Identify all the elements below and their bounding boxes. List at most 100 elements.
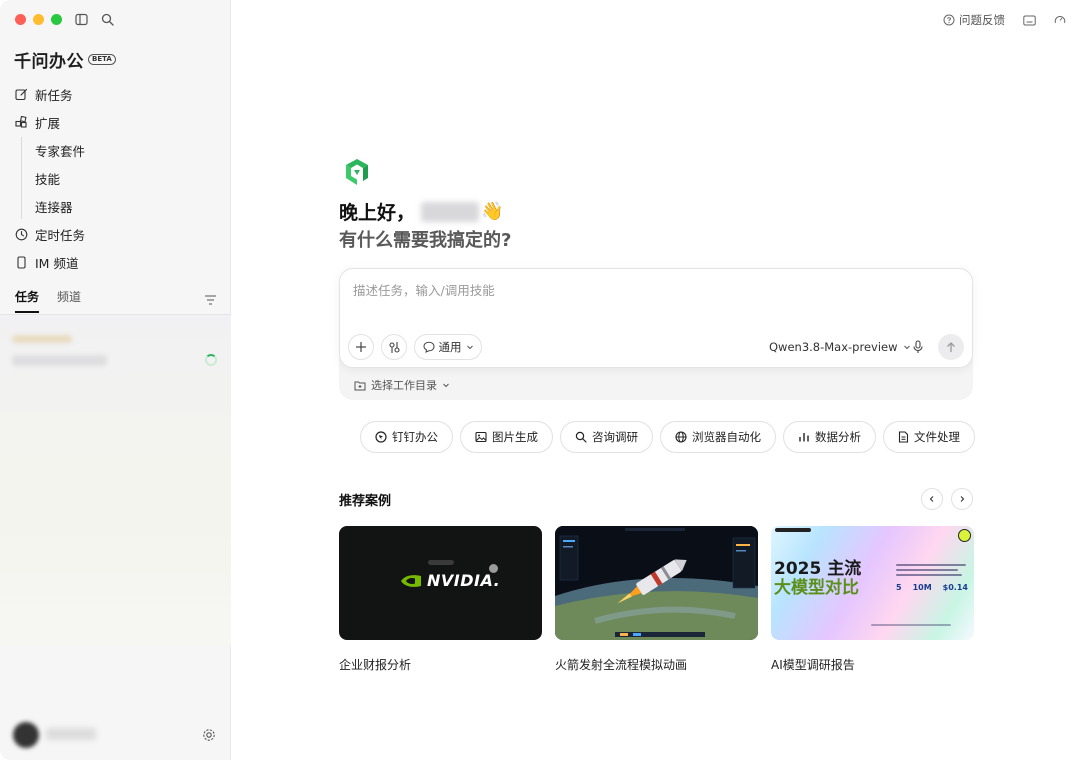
avatar[interactable] — [13, 722, 39, 748]
thumbnail-title-line: 2025 主流 — [774, 559, 862, 579]
thumbnail-dot — [489, 564, 498, 573]
minimize-window-button[interactable] — [33, 14, 44, 25]
chevron-down-icon — [903, 345, 910, 350]
sidebar-item-skills[interactable]: 技能 — [0, 164, 231, 192]
case-thumbnail: 2025 主流 大模型对比 5 10M $0.14 — [771, 526, 974, 640]
case-thumbnail: NVIDIA. — [339, 526, 542, 640]
send-button[interactable] — [938, 334, 964, 360]
tools-icon — [388, 341, 400, 353]
dingtalk-icon — [375, 431, 387, 443]
feedback-label: 问题反馈 — [959, 13, 1005, 27]
sidebar-nav: 新任务 扩展 专家套件 技能 连接器 定时任务 IM 频道 — [0, 80, 231, 276]
carousel-next-button[interactable] — [951, 488, 973, 510]
qwen-logo-icon — [341, 156, 373, 192]
chevron-down-icon — [443, 383, 449, 388]
sidebar: 千问办公 BETA 新任务 扩展 专家套件 技能 连接器 定时任务 IM 频道 … — [0, 0, 231, 760]
microphone-icon[interactable] — [912, 339, 924, 358]
sidebar-item-scheduled-tasks[interactable]: 定时任务 — [0, 220, 231, 248]
stat-value: 5 — [896, 583, 902, 592]
close-window-button[interactable] — [15, 14, 26, 25]
tools-button[interactable] — [381, 334, 407, 360]
search-icon[interactable] — [99, 11, 115, 27]
quick-action-dingtalk[interactable]: 钉钉办公 — [360, 421, 453, 453]
chat-bubble-icon — [422, 341, 435, 353]
quick-action-label: 浏览器自动化 — [692, 430, 761, 444]
phone-icon — [17, 255, 26, 269]
tab-channels[interactable]: 频道 — [57, 288, 81, 313]
bar-chart-icon — [799, 433, 809, 442]
user-name — [46, 728, 96, 740]
sidebar-toggle-icon[interactable] — [73, 11, 89, 27]
search-icon — [575, 431, 587, 443]
case-label: AI模型调研报告 — [771, 658, 855, 672]
add-attachment-button[interactable] — [348, 334, 374, 360]
quick-action-label: 文件处理 — [914, 430, 960, 444]
quick-action-label: 图片生成 — [492, 430, 538, 444]
thumbnail-text-line — [871, 624, 951, 626]
file-icon — [898, 431, 909, 443]
carousel-controls — [921, 488, 973, 510]
case-card-rocket-launch[interactable]: 火箭发射全流程模拟动画 — [555, 526, 758, 673]
thumbnail-subtitle: 大模型对比 — [774, 578, 859, 598]
model-label: Qwen3.8-Max-preview — [769, 340, 898, 354]
user-name-redacted — [421, 201, 480, 222]
case-label: 企业财报分析 — [339, 658, 412, 672]
model-select[interactable]: Qwen3.8-Max-preview — [769, 340, 911, 354]
case-card-ai-model-report[interactable]: 2025 主流 大模型对比 5 10M $0.14 AI模型调研报告 — [771, 526, 974, 673]
sidebar-item-label: 技能 — [35, 171, 61, 187]
composer-panel: 通用 Qwen3.8-Max-preview 选择工作目录 — [339, 268, 973, 400]
thumbnail-text-line — [896, 564, 966, 566]
filter-icon[interactable] — [204, 291, 217, 310]
list-item[interactable] — [12, 355, 107, 366]
chevron-left-icon — [929, 496, 934, 502]
select-workdir-button[interactable]: 选择工作目录 — [354, 377, 450, 393]
gear-icon[interactable] — [202, 727, 216, 746]
quick-action-label: 咨询调研 — [592, 430, 638, 444]
sidebar-item-label: IM 频道 — [35, 255, 79, 271]
sidebar-item-im-channel[interactable]: IM 频道 — [0, 248, 231, 276]
task-running-spinner — [205, 354, 217, 366]
rocket-scene-illustration — [555, 526, 758, 640]
thumbnail-title: 2025 主流 大模型对比 — [774, 560, 861, 598]
sidebar-item-label: 专家套件 — [35, 143, 86, 159]
carousel-prev-button[interactable] — [921, 488, 943, 510]
case-label: 火箭发射全流程模拟动画 — [555, 658, 688, 672]
quick-action-image-gen[interactable]: 图片生成 — [460, 421, 553, 453]
case-thumbnail — [555, 526, 758, 640]
app-brand: 千问办公 BETA — [14, 47, 116, 72]
main-content: 问题反馈 晚上好， 👋 有什么需要我搞定的? 描述任务，输入/调用技能 通用 Q… — [231, 0, 1080, 760]
task-input[interactable] — [353, 283, 953, 298]
app-name: 千问办公 — [14, 52, 84, 72]
list-item[interactable] — [12, 335, 72, 343]
sidebar-item-extensions[interactable]: 扩展 — [0, 108, 231, 136]
quick-action-file-processing[interactable]: 文件处理 — [883, 421, 975, 453]
quick-action-browser-automation[interactable]: 浏览器自动化 — [660, 421, 776, 453]
case-cards: NVIDIA. 企业财报分析 火箭发射全流程模拟动画 2025 主流 大模型对比… — [339, 526, 974, 673]
maximize-window-button[interactable] — [51, 14, 62, 25]
sidebar-item-label: 定时任务 — [35, 227, 86, 243]
nvidia-text: NVIDIA. — [427, 571, 501, 590]
quick-action-research[interactable]: 咨询调研 — [560, 421, 653, 453]
sidebar-tabs: 任务 频道 — [15, 288, 81, 313]
sidebar-item-connectors[interactable]: 连接器 — [0, 192, 231, 220]
keyboard-icon[interactable] — [1023, 15, 1036, 26]
case-card-financial-report[interactable]: NVIDIA. 企业财报分析 — [339, 526, 542, 673]
gauge-icon[interactable] — [1054, 14, 1066, 26]
help-circle-icon — [943, 14, 955, 26]
feedback-button[interactable]: 问题反馈 — [943, 12, 1005, 28]
tab-tasks[interactable]: 任务 — [15, 288, 40, 313]
greeting-subtitle: 有什么需要我搞定的? — [339, 230, 512, 251]
thumbnail-tag — [428, 560, 454, 565]
greeting-text: 晚上好， — [339, 202, 416, 224]
sidebar-item-new-task[interactable]: 新任务 — [0, 80, 231, 108]
quick-action-data-analysis[interactable]: 数据分析 — [783, 421, 876, 453]
mode-select[interactable]: 通用 — [414, 334, 482, 360]
arrow-up-icon — [947, 341, 955, 352]
clock-icon — [15, 228, 28, 240]
edit-icon — [15, 88, 28, 100]
app-window: 千问办公 BETA 新任务 扩展 专家套件 技能 连接器 定时任务 IM 频道 … — [0, 0, 1080, 760]
nvidia-eye-icon — [401, 574, 421, 587]
sidebar-item-expert-suite[interactable]: 专家套件 — [0, 136, 231, 164]
thumbnail-badge — [958, 529, 971, 542]
nvidia-logo: NVIDIA. — [399, 571, 500, 590]
